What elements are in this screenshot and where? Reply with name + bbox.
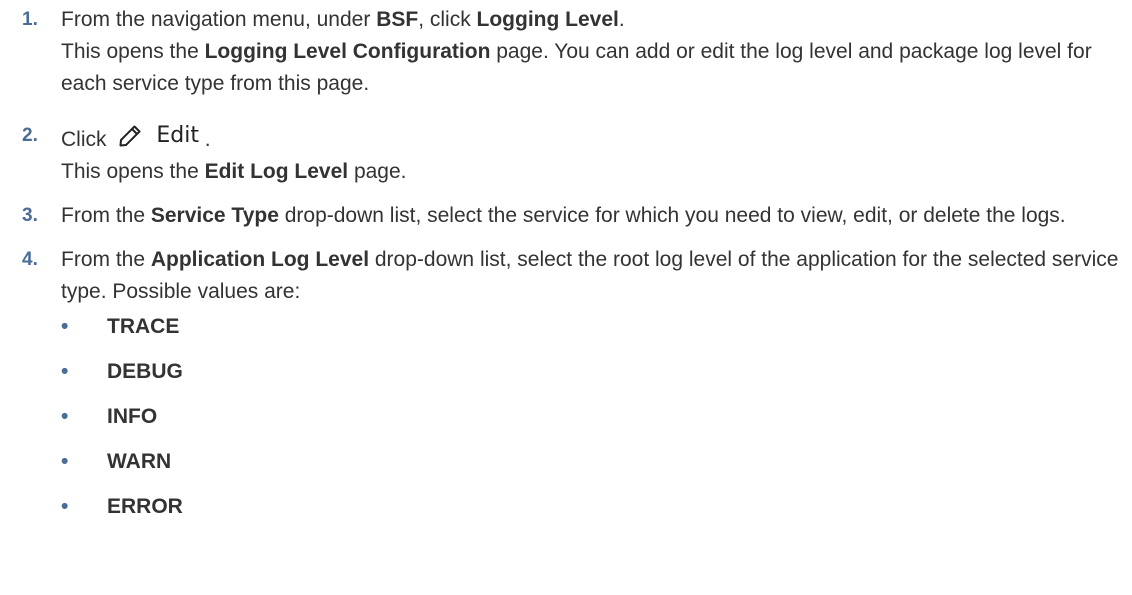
step-1-instruction: From the navigation menu, under BSF, cli… bbox=[61, 4, 1132, 36]
step-number: 1. bbox=[22, 9, 38, 30]
text: . bbox=[204, 128, 211, 151]
text: This opens the bbox=[61, 40, 205, 63]
log-level-value: WARN bbox=[107, 450, 172, 473]
step-1: 1. From the navigation menu, under BSF, … bbox=[0, 4, 1132, 100]
bullet: • bbox=[61, 495, 69, 518]
text: page. bbox=[348, 160, 407, 183]
text: From the bbox=[61, 248, 151, 271]
text: , click bbox=[418, 8, 477, 31]
list-item: • TRACE bbox=[61, 316, 1132, 338]
bullet: • bbox=[61, 315, 69, 338]
step-4: 4. From the Application Log Level drop-d… bbox=[0, 244, 1132, 518]
log-level-value: TRACE bbox=[107, 315, 180, 338]
step-2: 2. Click Edit . This opens the Edit Log … bbox=[0, 120, 1132, 188]
list-item: • ERROR bbox=[61, 496, 1132, 518]
step-2-instruction: Click Edit . bbox=[61, 120, 1132, 156]
edit-log-level-term: Edit Log Level bbox=[204, 160, 349, 183]
edit-button-label: Edit bbox=[156, 123, 199, 148]
text: From the navigation menu, under bbox=[61, 8, 377, 31]
list-item: • INFO bbox=[61, 406, 1132, 428]
log-level-value: DEBUG bbox=[107, 360, 183, 383]
step-number: 4. bbox=[22, 249, 38, 270]
step-3-instruction: From the Service Type drop-down list, se… bbox=[61, 200, 1132, 232]
step-1-result: This opens the Logging Level Configurati… bbox=[61, 36, 1132, 100]
text: Click bbox=[61, 128, 107, 151]
logging-level-term: Logging Level bbox=[476, 8, 619, 31]
document-body: 1. From the navigation menu, under BSF, … bbox=[0, 0, 1132, 518]
step-4-instruction: From the Application Log Level drop-down… bbox=[61, 244, 1132, 308]
bullet: • bbox=[61, 450, 69, 473]
list-item: • DEBUG bbox=[61, 361, 1132, 383]
text: drop-down list, select the service for w… bbox=[278, 204, 1066, 227]
pencil-icon bbox=[119, 125, 141, 147]
step-number: 2. bbox=[22, 125, 38, 146]
step-number: 3. bbox=[22, 205, 38, 226]
service-type-term: Service Type bbox=[150, 204, 279, 227]
bsf-term: BSF bbox=[376, 8, 419, 31]
text: From the bbox=[61, 204, 151, 227]
text: This opens the bbox=[61, 160, 205, 183]
text: . bbox=[618, 8, 625, 31]
step-3: 3. From the Service Type drop-down list,… bbox=[0, 200, 1132, 232]
logging-level-configuration-term: Logging Level Configuration bbox=[204, 40, 491, 63]
list-item: • WARN bbox=[61, 451, 1132, 473]
bullet: • bbox=[61, 405, 69, 428]
edit-button[interactable]: Edit bbox=[118, 120, 199, 152]
log-level-values-list: • TRACE • DEBUG • INFO • WARN • ERROR bbox=[61, 316, 1132, 518]
application-log-level-term: Application Log Level bbox=[150, 248, 370, 271]
log-level-value: ERROR bbox=[107, 495, 183, 518]
step-2-result: This opens the Edit Log Level page. bbox=[61, 156, 1132, 188]
bullet: • bbox=[61, 360, 69, 383]
log-level-value: INFO bbox=[107, 405, 158, 428]
